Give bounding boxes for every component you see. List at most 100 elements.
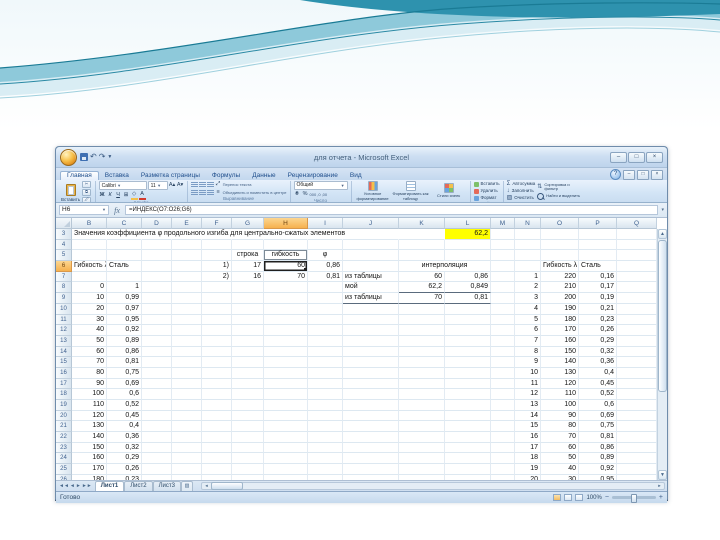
- italic-button[interactable]: К: [107, 192, 114, 199]
- cell-I11[interactable]: [308, 314, 343, 326]
- cell-K26[interactable]: [399, 474, 445, 480]
- cell-M8[interactable]: [491, 282, 515, 294]
- number-format-combo[interactable]: Общий ▼: [293, 181, 348, 190]
- cell-O18[interactable]: 110: [541, 389, 579, 400]
- cell-Q8[interactable]: [617, 282, 657, 294]
- cell-C17[interactable]: 0,69: [107, 378, 142, 390]
- row-header-16[interactable]: 16: [56, 367, 72, 379]
- last-sheet-icon[interactable]: ►►: [82, 483, 92, 490]
- col-header-O[interactable]: O: [541, 218, 579, 229]
- workbook-restore-button[interactable]: □: [637, 169, 649, 180]
- cell-P4[interactable]: [579, 239, 617, 251]
- ribbon-tab-Вставка[interactable]: Вставка: [99, 171, 135, 180]
- cell-I7[interactable]: 0,81: [308, 271, 343, 283]
- ribbon-tab-Формулы[interactable]: Формулы: [206, 171, 246, 180]
- cell-E9[interactable]: [172, 293, 202, 304]
- cell-C26[interactable]: 0,23: [107, 474, 142, 480]
- cell-Q23[interactable]: [617, 442, 657, 454]
- cell-N22[interactable]: 16: [515, 432, 541, 443]
- cell-F9[interactable]: [202, 293, 232, 304]
- cell-C7[interactable]: [107, 271, 142, 283]
- row-header-15[interactable]: 15: [56, 357, 72, 368]
- row-header-3[interactable]: 3: [56, 229, 72, 240]
- cell-M25[interactable]: [491, 464, 515, 475]
- cell-B9[interactable]: 10: [72, 293, 107, 304]
- cell-P20[interactable]: 0,69: [579, 410, 617, 422]
- cell-E25[interactable]: [172, 464, 202, 475]
- cell-I15[interactable]: [308, 357, 343, 368]
- cell-H24[interactable]: [264, 453, 308, 465]
- cell-B22[interactable]: 140: [72, 432, 107, 443]
- cell-E6[interactable]: [172, 261, 202, 272]
- cell-B23[interactable]: 150: [72, 442, 107, 454]
- cell-N23[interactable]: 17: [515, 442, 541, 454]
- cell-B12[interactable]: 40: [72, 325, 107, 336]
- cell-E26[interactable]: [172, 474, 202, 480]
- cell-P25[interactable]: 0,92: [579, 464, 617, 475]
- name-box-dropdown-icon[interactable]: ▼: [102, 206, 106, 214]
- cell-H14[interactable]: [264, 346, 308, 358]
- vertical-scroll-thumb[interactable]: [658, 240, 667, 392]
- ribbon-tab-Разметка страницы[interactable]: Разметка страницы: [135, 171, 206, 180]
- col-header-H[interactable]: H: [264, 218, 308, 229]
- minimize-button[interactable]: –: [610, 151, 627, 163]
- cell-E14[interactable]: [172, 346, 202, 358]
- cell-G15[interactable]: [232, 357, 264, 368]
- borders-icon[interactable]: ⊞: [123, 192, 130, 199]
- cell-E18[interactable]: [172, 389, 202, 400]
- cell-O19[interactable]: 100: [541, 400, 579, 411]
- cell-G8[interactable]: [232, 282, 264, 294]
- cell-D24[interactable]: [142, 453, 172, 465]
- cell-J18[interactable]: [343, 389, 399, 400]
- cell-D12[interactable]: [142, 325, 172, 336]
- cell-K6[interactable]: интерполяция: [399, 261, 491, 272]
- cell-J13[interactable]: [343, 335, 399, 347]
- cell-F4[interactable]: [202, 239, 232, 251]
- cell-Q7[interactable]: [617, 271, 657, 283]
- row-header-20[interactable]: 20: [56, 410, 72, 422]
- cell-J21[interactable]: [343, 421, 399, 433]
- cell-O15[interactable]: 140: [541, 357, 579, 368]
- cell-B16[interactable]: 80: [72, 367, 107, 379]
- cell-F22[interactable]: [202, 432, 232, 443]
- cell-Q24[interactable]: [617, 453, 657, 465]
- cell-M4[interactable]: [491, 239, 515, 251]
- zoom-slider[interactable]: [611, 494, 656, 503]
- cell-K11[interactable]: [399, 314, 445, 326]
- cell-C21[interactable]: 0,4: [107, 421, 142, 433]
- scroll-left-icon[interactable]: ◄: [202, 483, 211, 489]
- cell-M13[interactable]: [491, 335, 515, 347]
- cell-I23[interactable]: [308, 442, 343, 454]
- select-all-corner[interactable]: [56, 218, 72, 229]
- cell-H11[interactable]: [264, 314, 308, 326]
- cell-N6[interactable]: [515, 261, 541, 272]
- cell-L15[interactable]: [445, 357, 491, 368]
- sheet-tab-Лист2[interactable]: Лист2: [124, 481, 153, 491]
- ribbon-tab-Рецензирование[interactable]: Рецензирование: [282, 171, 344, 180]
- cell-F11[interactable]: [202, 314, 232, 326]
- align-bottom-icon[interactable]: [206, 181, 214, 188]
- col-header-B[interactable]: B: [72, 218, 107, 229]
- cell-D7[interactable]: [142, 271, 172, 283]
- cell-F20[interactable]: [202, 410, 232, 422]
- cell-O20[interactable]: 90: [541, 410, 579, 422]
- cell-P3[interactable]: [579, 229, 617, 240]
- cell-N7[interactable]: 1: [515, 271, 541, 283]
- cell-B6[interactable]: Гибкость λ: [72, 261, 107, 272]
- cell-C18[interactable]: 0,6: [107, 389, 142, 400]
- ribbon-tab-Вид[interactable]: Вид: [344, 171, 368, 180]
- cell-G13[interactable]: [232, 335, 264, 347]
- cell-D25[interactable]: [142, 464, 172, 475]
- cell-K16[interactable]: [399, 367, 445, 379]
- cell-J25[interactable]: [343, 464, 399, 475]
- align-center-icon[interactable]: [198, 189, 206, 196]
- cell-P9[interactable]: 0,19: [579, 293, 617, 304]
- cell-K23[interactable]: [399, 442, 445, 454]
- cell-K3[interactable]: [399, 229, 445, 240]
- cell-F17[interactable]: [202, 378, 232, 390]
- cell-C15[interactable]: 0,81: [107, 357, 142, 368]
- cell-C22[interactable]: 0,36: [107, 432, 142, 443]
- cell-J16[interactable]: [343, 367, 399, 379]
- col-header-K[interactable]: K: [399, 218, 445, 229]
- cell-M23[interactable]: [491, 442, 515, 454]
